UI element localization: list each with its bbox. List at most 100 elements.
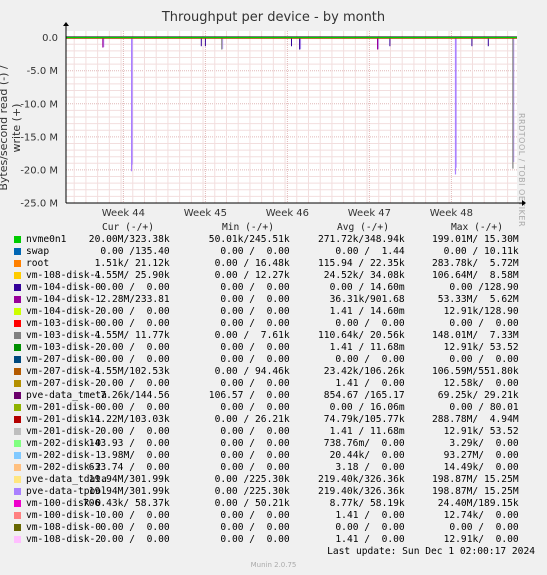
legend-value-cur: 633.74 / 0.00: [88, 462, 170, 473]
legend-value-min: 0.00 / 0.00: [220, 522, 290, 533]
legend-series-name: vm-103-disk-0: [26, 318, 102, 329]
legend-value-max: 199.01M/ 15.30M: [432, 234, 519, 245]
legend-series-name: vm-201-disk-2: [26, 426, 102, 437]
legend-value-avg: 0.00 / 14.60m: [329, 282, 405, 293]
legend-value-max: 0.00 / 0.00: [449, 354, 519, 365]
legend-value-avg: 24.52k/ 34.08k: [323, 270, 405, 281]
legend-value-cur: 20.00M/323.38k: [88, 234, 170, 245]
legend-value-max: 12.91k/ 53.52: [443, 426, 519, 437]
legend-value-max: 12.74k/ 0.00: [443, 510, 519, 521]
legend-series-name: vm-108-disk-1: [26, 270, 102, 281]
legend-series-name: vm-108-disk-0: [26, 522, 102, 533]
legend-value-min: 0.00 / 0.00: [220, 510, 290, 521]
legend-value-min: 0.00 / 0.00: [220, 294, 290, 305]
legend-value-max: 0.00 /128.90: [449, 282, 519, 293]
x-axis-arrow: [522, 200, 526, 206]
legend-value-cur: 3.98M/ 0.00: [100, 450, 170, 461]
legend-value-cur: 1.51k/ 21.12k: [94, 258, 170, 269]
legend-value-cur: 0.00 / 0.00: [100, 282, 170, 293]
legend-value-min: 0.00 / 0.00: [220, 534, 290, 545]
legend-value-cur: 0.00 /135.40: [100, 246, 170, 257]
legend-value-min: 0.00 / 0.00: [220, 462, 290, 473]
legend-value-max: 14.49k/ 0.00: [443, 462, 519, 473]
legend-swatch: [14, 248, 21, 255]
legend-value-cur: 0.00 / 0.00: [100, 510, 170, 521]
legend-swatch: [14, 524, 21, 531]
legend-series-name: vm-103-disk-1: [26, 330, 102, 341]
legend-swatch: [14, 236, 21, 243]
x-tick-label: Week 48: [430, 208, 473, 219]
legend-series-name: vm-207-disk-2: [26, 378, 102, 389]
legend-value-min: 0.00 / 0.00: [220, 450, 290, 461]
legend-value-cur: 14.22M/103.03k: [88, 414, 170, 425]
legend-value-min: 0.00 / 16.48k: [214, 258, 290, 269]
legend-value-min: 106.57 / 0.00: [208, 390, 290, 401]
x-tick-label: Week 45: [184, 208, 227, 219]
legend-value-avg: 0.00 / 0.00: [335, 318, 405, 329]
legend-value-avg: 1.41 / 14.60m: [329, 306, 405, 317]
legend-swatch: [14, 296, 21, 303]
legend-value-avg: 738.76m/ 0.00: [323, 438, 405, 449]
legend-value-min: 0.00 / 26.21k: [214, 414, 290, 425]
legend-series-name: nvme0n1: [26, 234, 67, 245]
legend-value-max: 0.00 / 10.11k: [443, 246, 519, 257]
legend-value-avg: 23.42k/106.26k: [323, 366, 405, 377]
legend-value-max: 53.33M/ 5.62M: [437, 294, 519, 305]
legend-value-avg: 219.40k/326.36k: [318, 486, 405, 497]
legend-series-name: vm-100-disk-1: [26, 510, 102, 521]
legend-value-cur: 0.00 / 0.00: [100, 534, 170, 545]
legend-header-min: Min (-/+): [222, 222, 274, 233]
last-update: Last update: Sun Dec 1 02:00:17 2024: [327, 546, 535, 557]
x-tick-label: Week 46: [266, 208, 309, 219]
legend-value-cur: 0.00 / 0.00: [100, 354, 170, 365]
legend-series-name: vm-104-disk-2: [26, 306, 102, 317]
legend-swatch: [14, 464, 21, 471]
legend-value-avg: 0.00 / 0.00: [335, 522, 405, 533]
legend-value-avg: 0.00 / 16.06m: [329, 402, 405, 413]
legend-value-min: 0.00 / 0.00: [220, 306, 290, 317]
legend-swatch: [14, 476, 21, 483]
legend-value-cur: 7.26k/144.56: [100, 390, 170, 401]
legend-value-avg: 854.67 /165.17: [323, 390, 405, 401]
legend-value-min: 0.00 / 0.00: [220, 402, 290, 413]
legend-value-max: 69.25k/ 29.21k: [437, 390, 519, 401]
legend-value-min: 0.00 / 0.00: [220, 342, 290, 353]
legend-swatch: [14, 380, 21, 387]
legend-value-max: 93.27M/ 0.00: [443, 450, 519, 461]
legend-value-max: 106.64M/ 8.58M: [432, 270, 519, 281]
legend-swatch: [14, 368, 21, 375]
legend-swatch: [14, 512, 21, 519]
legend-swatch: [14, 260, 21, 267]
legend-value-avg: 110.64k/ 20.56k: [318, 330, 405, 341]
legend-value-max: 3.29k/ 0.00: [449, 438, 519, 449]
legend-value-max: 0.00 / 0.00: [449, 522, 519, 533]
legend-value-min: 0.00 / 0.00: [220, 318, 290, 329]
legend-series-name: swap: [26, 246, 50, 257]
legend-value-min: 50.01k/245.51k: [208, 234, 290, 245]
legend-value-avg: 219.40k/326.36k: [318, 474, 405, 485]
munin-version: Munin 2.0.75: [250, 561, 297, 569]
legend-value-cur: 0.00 / 0.00: [100, 426, 170, 437]
legend-value-avg: 1.41 / 0.00: [335, 534, 405, 545]
legend-value-max: 148.01M/ 7.33M: [432, 330, 519, 341]
plot-area: 0.0 -5.0 M -10.0 M -15.0 M -20.0 M -25.0 M Wee…: [20, 22, 526, 219]
legend-value-max: 0.00 / 0.00: [449, 318, 519, 329]
legend-value-avg: 8.77k/ 58.19k: [329, 498, 405, 509]
legend-value-avg: 0.00 / 1.44: [335, 246, 405, 257]
legend-value-cur: 706.43k/ 58.37k: [83, 498, 170, 509]
legend-swatch: [14, 500, 21, 507]
legend-value-cur: 0.00 / 0.00: [100, 342, 170, 353]
legend-swatch: [14, 488, 21, 495]
legend-value-avg: 3.18 / 0.00: [335, 462, 405, 473]
legend-value-cur: 2.28M/233.81: [100, 294, 170, 305]
legend-value-cur: 19.94M/301.99k: [88, 486, 170, 497]
legend-swatch: [14, 344, 21, 351]
legend-series-name: vm-202-disk-1: [26, 450, 102, 461]
legend-value-min: 0.00 / 50.21k: [214, 498, 290, 509]
legend-value-avg: 1.41 / 0.00: [335, 378, 405, 389]
legend-swatch: [14, 452, 21, 459]
legend-series-name: vm-104-disk-0: [26, 282, 102, 293]
legend-series-name: vm-207-disk-1: [26, 366, 102, 377]
legend-value-min: 0.00 / 0.00: [220, 426, 290, 437]
legend-value-min: 0.00 / 12.27k: [214, 270, 290, 281]
